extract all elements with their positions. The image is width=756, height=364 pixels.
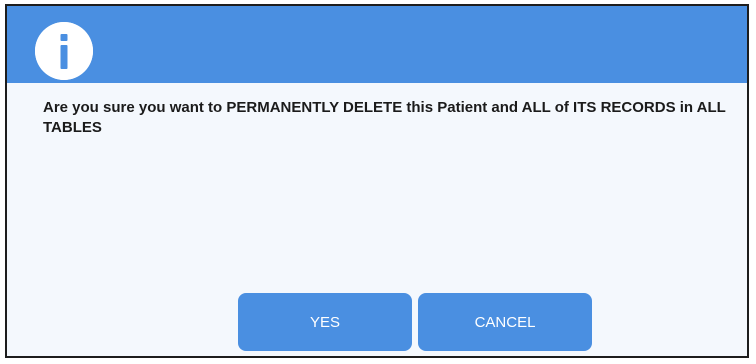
yes-button[interactable]: YES bbox=[238, 293, 412, 351]
info-icon bbox=[35, 22, 93, 80]
confirm-delete-dialog: Are you sure you want to PERMANENTLY DEL… bbox=[5, 4, 749, 358]
dialog-message: Are you sure you want to PERMANENTLY DEL… bbox=[43, 99, 726, 136]
cancel-button[interactable]: CANCEL bbox=[418, 293, 592, 351]
dialog-header bbox=[7, 6, 747, 83]
